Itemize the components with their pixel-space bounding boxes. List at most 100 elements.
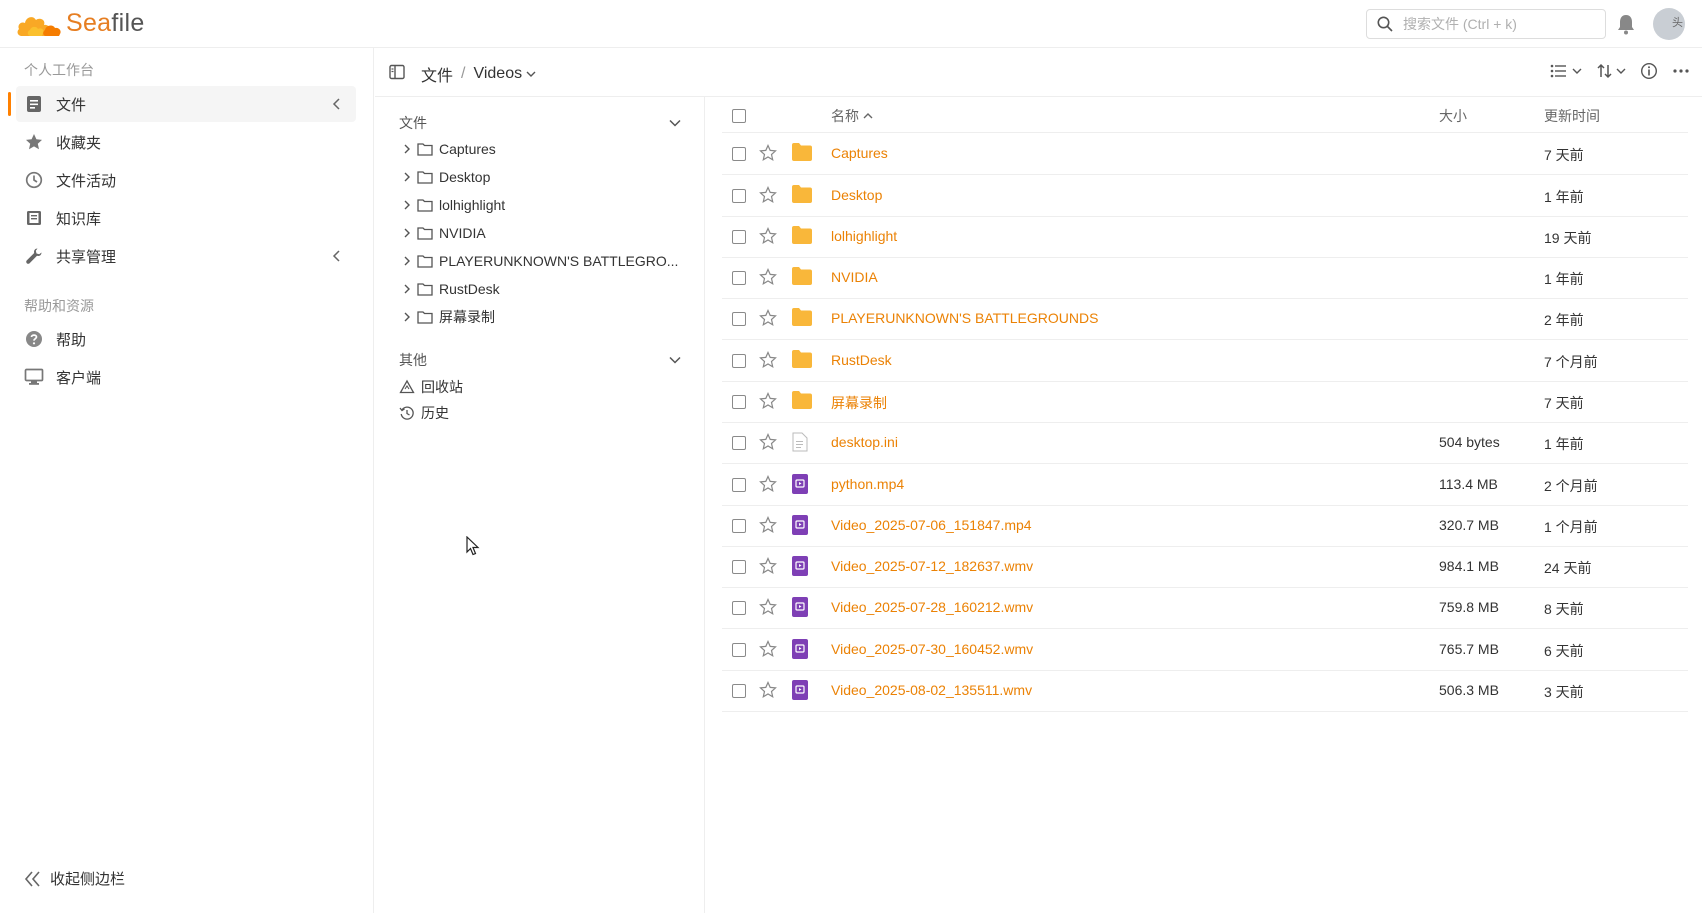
star-outline-icon[interactable] [759, 557, 777, 578]
row-checkbox[interactable] [732, 230, 746, 244]
sidebar-item-share-admin[interactable]: 共享管理 [16, 238, 356, 274]
file-name-link[interactable]: desktop.ini [831, 434, 898, 450]
sidebar-item-activities[interactable]: 文件活动 [16, 162, 356, 198]
tree-files-heading[interactable]: 文件 [399, 113, 681, 133]
row-checkbox[interactable] [732, 560, 746, 574]
chevron-right-icon[interactable] [399, 312, 415, 322]
sidebar-item-favorites[interactable]: 收藏夹 [16, 124, 356, 160]
star-outline-icon[interactable] [759, 475, 777, 496]
row-checkbox[interactable] [732, 643, 746, 657]
row-checkbox[interactable] [732, 684, 746, 698]
file-row[interactable]: Video_2025-08-02_135511.wmv 506.3 MB 3 天前 [722, 670, 1688, 712]
tree-other-heading[interactable]: 其他 [399, 350, 681, 370]
select-all-checkbox[interactable] [732, 109, 746, 123]
star-outline-icon[interactable] [759, 433, 777, 454]
file-row[interactable]: python.mp4 113.4 MB 2 个月前 [722, 464, 1688, 506]
toggle-tree-panel-icon[interactable] [389, 64, 405, 83]
file-row[interactable]: Video_2025-07-12_182637.wmv 984.1 MB 24 天前 [722, 546, 1688, 588]
chevron-right-icon[interactable] [399, 200, 415, 210]
file-name-link[interactable]: PLAYERUNKNOWN'S BATTLEGROUNDS [831, 310, 1098, 326]
star-outline-icon[interactable] [759, 186, 777, 207]
tree-item-history[interactable]: 历史 [399, 401, 449, 425]
view-mode-button[interactable] [1550, 63, 1582, 79]
star-outline-icon[interactable] [759, 392, 777, 413]
tree-item-trash[interactable]: 回收站 [399, 375, 463, 399]
star-outline-icon[interactable] [759, 598, 777, 619]
star-outline-icon[interactable] [759, 351, 777, 372]
file-name-link[interactable]: NVIDIA [831, 269, 878, 285]
file-row[interactable]: Video_2025-07-28_160212.wmv 759.8 MB 8 天前 [722, 587, 1688, 629]
file-row[interactable]: RustDesk 7 个月前 [722, 340, 1688, 382]
row-checkbox[interactable] [732, 436, 746, 450]
row-checkbox[interactable] [732, 478, 746, 492]
file-row[interactable]: Video_2025-07-30_160452.wmv 765.7 MB 6 天前 [722, 629, 1688, 671]
breadcrumb-current[interactable]: Videos [473, 65, 536, 83]
tree-folder-item[interactable]: lolhighlight [399, 193, 505, 217]
star-outline-icon[interactable] [759, 640, 777, 661]
row-checkbox[interactable] [732, 189, 746, 203]
star-outline-icon[interactable] [759, 227, 777, 248]
file-row[interactable]: Desktop 1 年前 [722, 175, 1688, 217]
file-name-link[interactable]: Desktop [831, 187, 882, 203]
chevron-right-icon[interactable] [399, 284, 415, 294]
search-box[interactable] [1366, 9, 1606, 39]
row-checkbox[interactable] [732, 312, 746, 326]
file-name-link[interactable]: RustDesk [831, 352, 892, 368]
file-row[interactable]: 屏幕录制 7 天前 [722, 381, 1688, 423]
sidebar-item-files[interactable]: 文件 [8, 86, 356, 122]
sort-button[interactable] [1596, 63, 1626, 79]
tree-folder-item[interactable]: Captures [399, 137, 496, 161]
row-checkbox[interactable] [732, 271, 746, 285]
chevron-right-icon[interactable] [399, 172, 415, 182]
more-options-icon[interactable] [1672, 68, 1690, 74]
seafile-logo[interactable]: Seafile [16, 8, 145, 38]
info-icon[interactable] [1640, 62, 1658, 80]
file-name-link[interactable]: lolhighlight [831, 228, 897, 244]
row-checkbox[interactable] [732, 354, 746, 368]
sidebar-item-wiki[interactable]: 知识库 [16, 200, 356, 236]
column-modified-header[interactable]: 更新时间 [1544, 106, 1600, 126]
file-name-link[interactable]: Captures [831, 145, 888, 161]
row-checkbox[interactable] [732, 395, 746, 409]
chevron-left-icon[interactable] [332, 249, 342, 266]
file-name-link[interactable]: Video_2025-07-12_182637.wmv [831, 558, 1033, 574]
tree-folder-item[interactable]: 屏幕录制 [399, 305, 495, 329]
column-size-header[interactable]: 大小 [1439, 106, 1467, 126]
sidebar-item-clients[interactable]: 客户端 [16, 359, 356, 395]
search-input[interactable] [1403, 16, 1593, 32]
tree-folder-item[interactable]: RustDesk [399, 277, 500, 301]
file-row[interactable]: Captures 7 天前 [722, 133, 1688, 175]
star-outline-icon[interactable] [759, 144, 777, 165]
file-row[interactable]: PLAYERUNKNOWN'S BATTLEGROUNDS 2 年前 [722, 298, 1688, 340]
chevron-left-icon[interactable] [332, 97, 342, 114]
file-row[interactable]: NVIDIA 1 年前 [722, 257, 1688, 299]
file-name-link[interactable]: Video_2025-07-06_151847.mp4 [831, 517, 1032, 533]
row-checkbox[interactable] [732, 147, 746, 161]
star-outline-icon[interactable] [759, 516, 777, 537]
file-name-link[interactable]: Video_2025-08-02_135511.wmv [831, 682, 1032, 698]
file-row[interactable]: Video_2025-07-06_151847.mp4 320.7 MB 1 个月前 [722, 505, 1688, 547]
file-name-link[interactable]: 屏幕录制 [831, 393, 887, 413]
sort-by-name-header[interactable]: 名称 [831, 106, 873, 126]
chevron-right-icon[interactable] [399, 256, 415, 266]
sidebar-item-help[interactable]: 帮助 [16, 321, 356, 357]
collapse-sidebar-button[interactable]: 收起侧边栏 [24, 868, 125, 889]
tree-folder-item[interactable]: Desktop [399, 165, 490, 189]
file-row[interactable]: desktop.ini 504 bytes 1 年前 [722, 422, 1688, 464]
row-checkbox[interactable] [732, 601, 746, 615]
tree-folder-item[interactable]: NVIDIA [399, 221, 486, 245]
user-avatar[interactable]: 头 [1653, 8, 1685, 40]
tree-folder-item[interactable]: PLAYERUNKNOWN'S BATTLEGRO... [399, 249, 678, 273]
star-outline-icon[interactable] [759, 309, 777, 330]
file-row[interactable]: lolhighlight 19 天前 [722, 216, 1688, 258]
file-name-link[interactable]: python.mp4 [831, 476, 904, 492]
notification-bell-icon[interactable] [1616, 13, 1636, 38]
file-name-link[interactable]: Video_2025-07-28_160212.wmv [831, 599, 1033, 615]
row-checkbox[interactable] [732, 519, 746, 533]
chevron-right-icon[interactable] [399, 144, 415, 154]
file-name-link[interactable]: Video_2025-07-30_160452.wmv [831, 641, 1033, 657]
chevron-right-icon[interactable] [399, 228, 415, 238]
star-outline-icon[interactable] [759, 681, 777, 702]
star-outline-icon[interactable] [759, 268, 777, 289]
breadcrumb-root[interactable]: 文件 [421, 62, 453, 86]
